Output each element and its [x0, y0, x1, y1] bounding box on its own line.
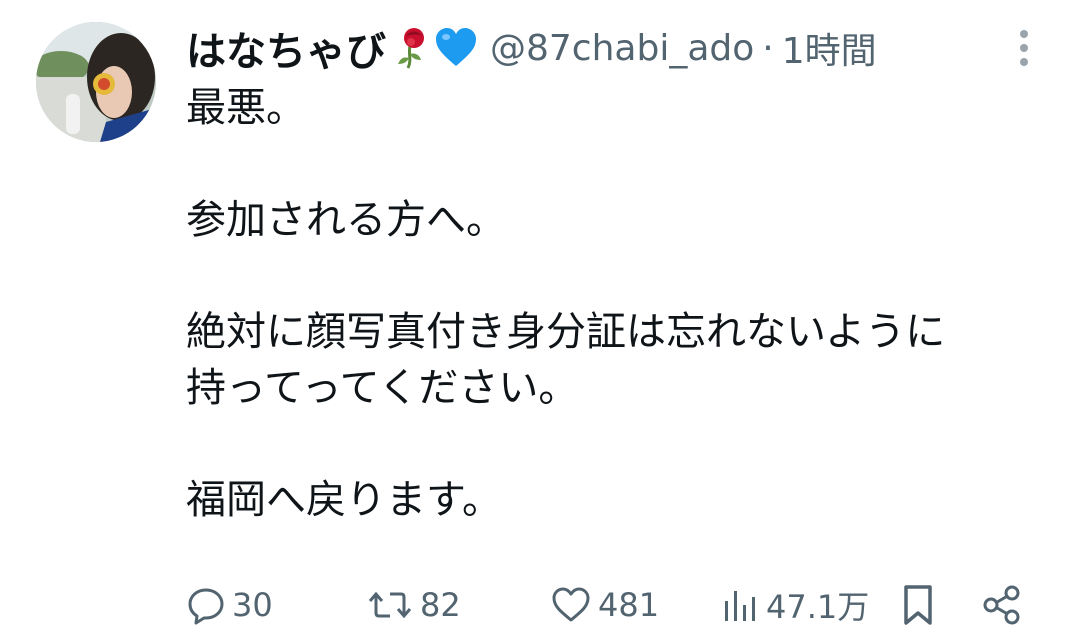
- bookmark-button[interactable]: [898, 580, 938, 630]
- tweet-text: 最悪。 参加される方へ。 絶対に顔写真付き身分証は忘れないように 持ってってくだ…: [186, 85, 946, 523]
- share-icon: [983, 585, 1020, 625]
- tweet-actions: 30 82 481 47.1万: [186, 580, 1036, 630]
- like-button[interactable]: 481: [550, 580, 659, 630]
- retweet-count: 82: [420, 586, 461, 624]
- avatar[interactable]: [36, 22, 156, 142]
- wilted-rose-emoji: [388, 26, 432, 70]
- reply-count: 30: [232, 586, 273, 624]
- bookmark-icon: [904, 585, 932, 625]
- views-button[interactable]: 47.1万: [720, 580, 869, 630]
- views-icon: [725, 591, 755, 621]
- user-handle[interactable]: @87chabi_ado: [490, 28, 754, 69]
- header-separator: ·: [762, 27, 774, 69]
- heart-icon: [552, 587, 590, 622]
- more-options-icon[interactable]: [1012, 28, 1036, 68]
- like-count: 481: [598, 586, 660, 624]
- blue-heart-emoji: [434, 26, 478, 70]
- timestamp[interactable]: 1時間: [782, 22, 877, 74]
- avatar-photo: [36, 22, 156, 142]
- retweet-button[interactable]: 82: [366, 580, 461, 630]
- share-button[interactable]: [980, 580, 1024, 630]
- retweet-icon: [368, 591, 412, 619]
- tweet-header: はなちゃび @87chabi_ado · 1時間: [186, 19, 1036, 77]
- reply-icon: [188, 588, 224, 625]
- display-name[interactable]: はなちゃび: [186, 19, 386, 77]
- view-count: 47.1万: [766, 588, 870, 626]
- reply-button[interactable]: 30: [186, 580, 273, 630]
